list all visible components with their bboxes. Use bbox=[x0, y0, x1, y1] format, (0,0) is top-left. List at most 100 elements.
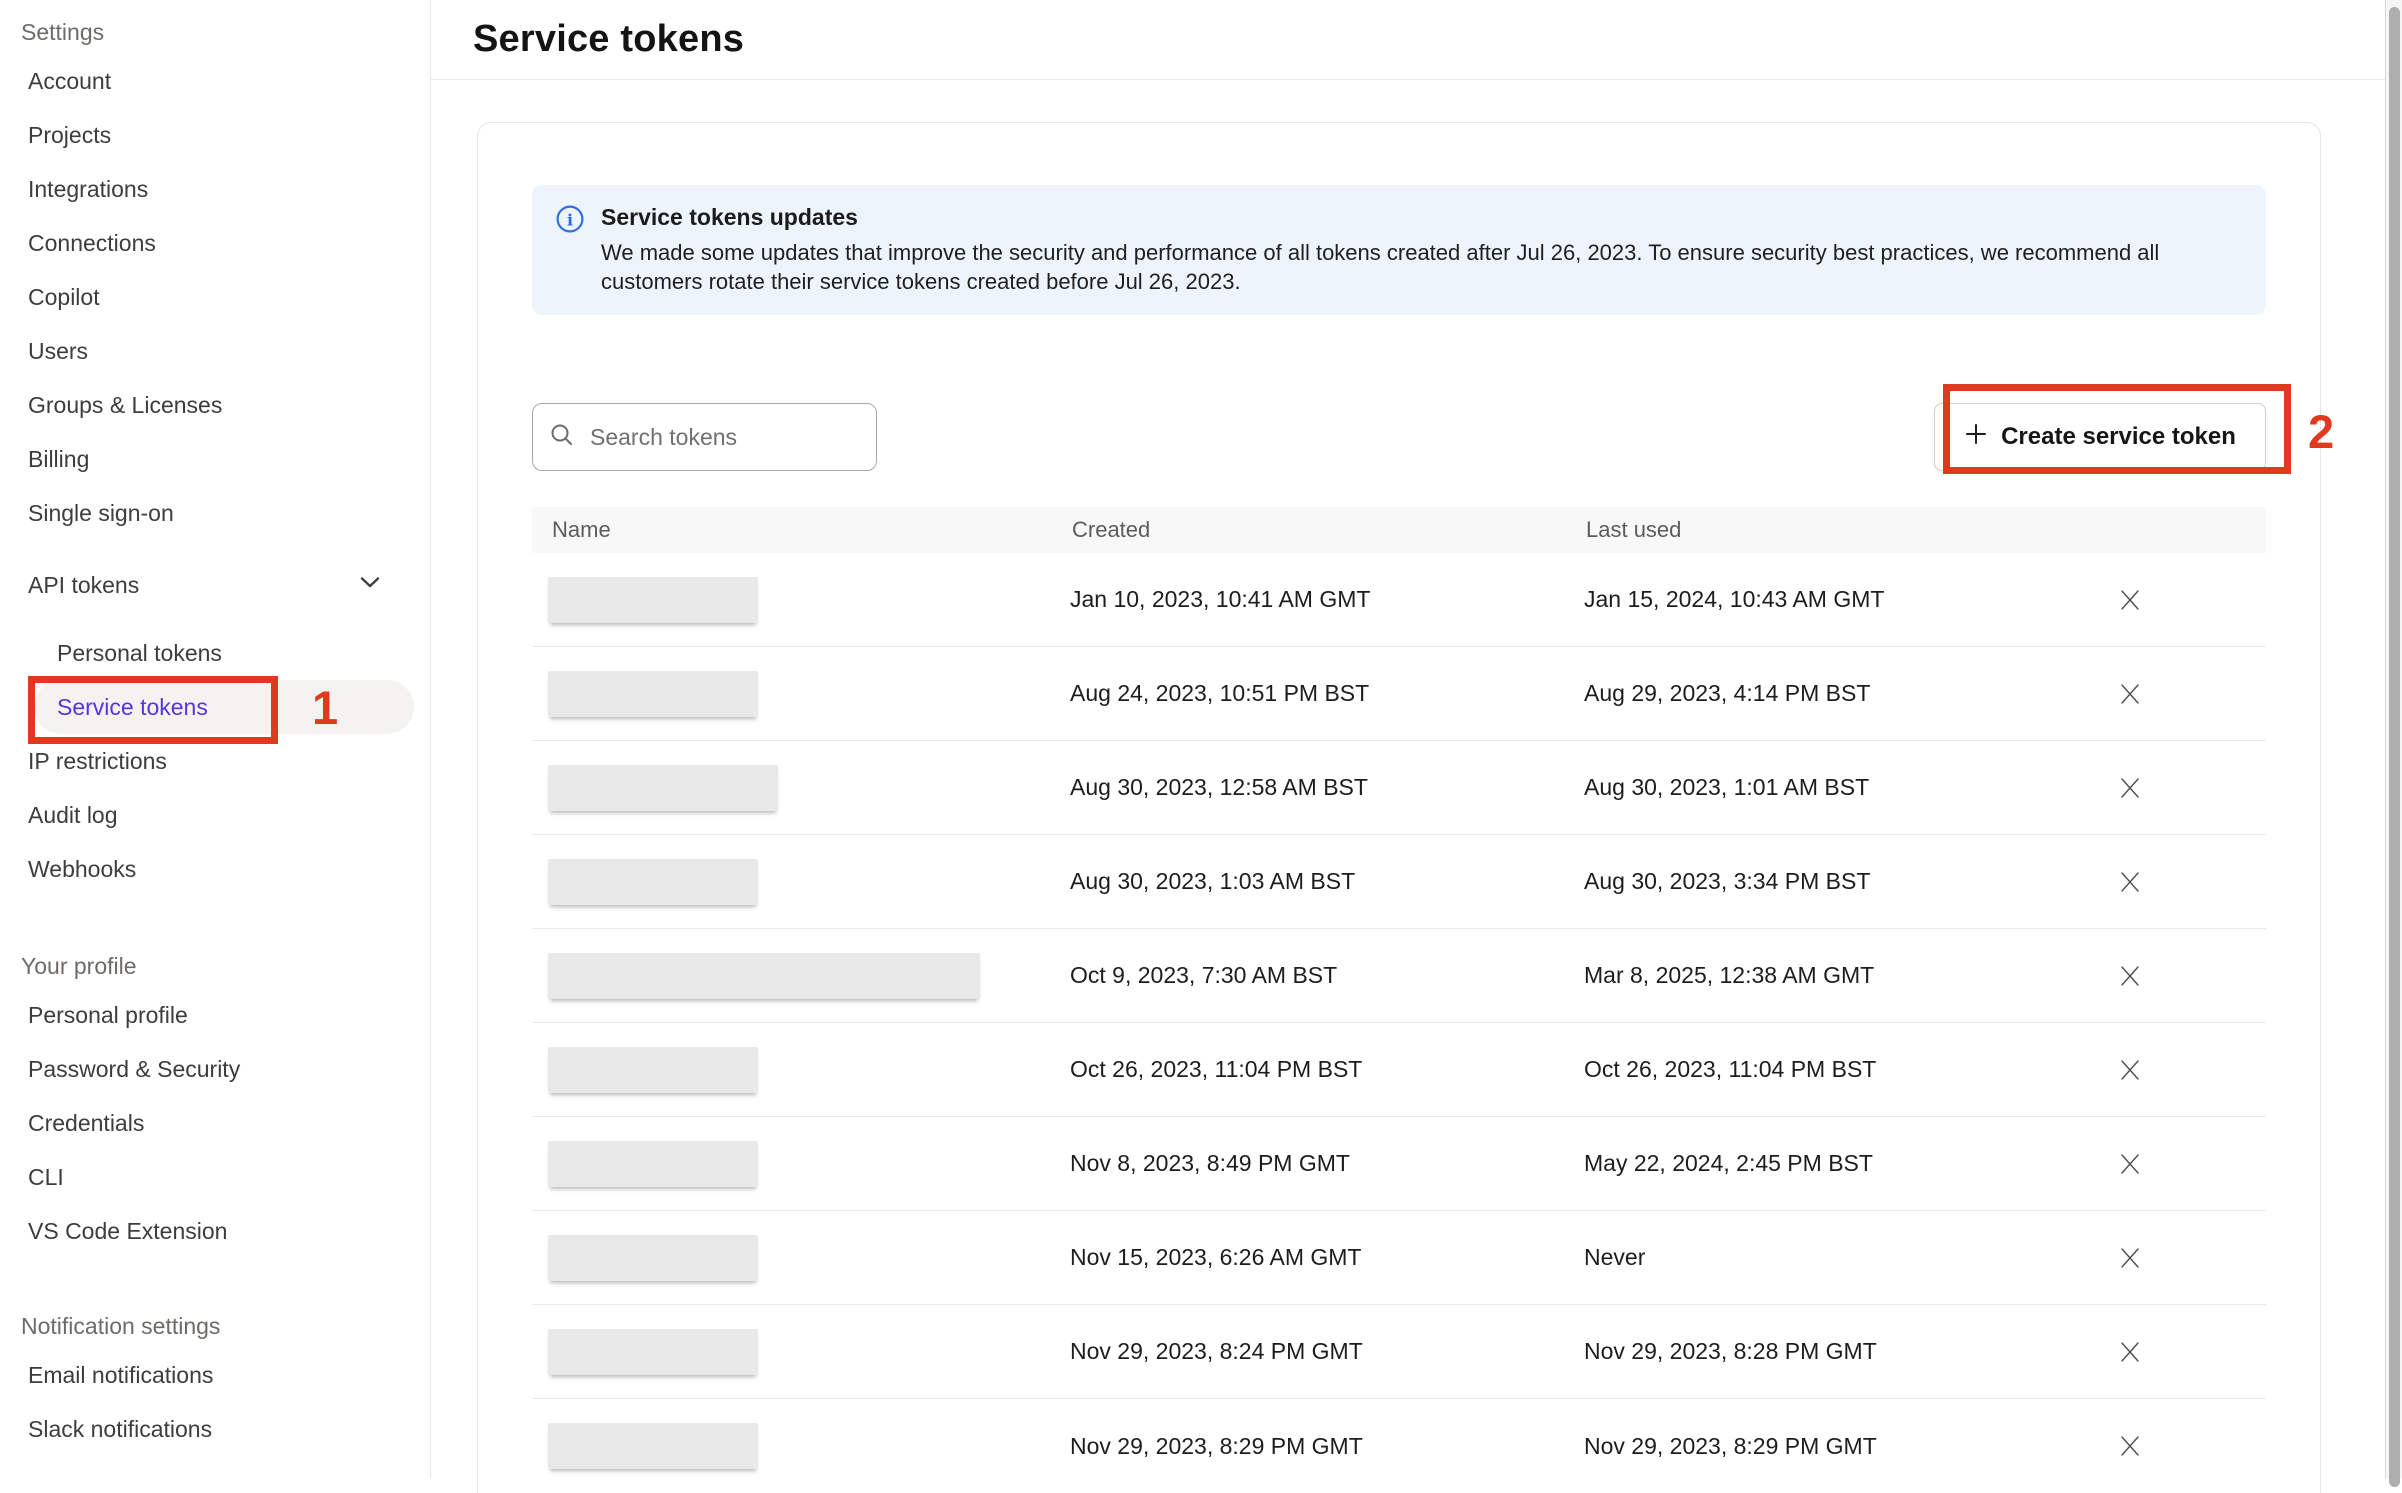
token-last-used: Aug 30, 2023, 3:34 PM BST bbox=[1584, 868, 1994, 895]
token-last-used: Nov 29, 2023, 8:29 PM GMT bbox=[1584, 1433, 1994, 1460]
scrollbar-thumb[interactable] bbox=[2389, 7, 2400, 1487]
token-last-used: Nov 29, 2023, 8:28 PM GMT bbox=[1584, 1338, 1994, 1365]
sidebar-item-integrations[interactable]: Integrations bbox=[0, 162, 430, 216]
token-toolbar: Create service token bbox=[532, 403, 2266, 471]
token-created: Oct 26, 2023, 11:04 PM BST bbox=[1070, 1056, 1584, 1083]
sidebar-item-credentials[interactable]: Credentials bbox=[0, 1096, 430, 1150]
delete-token-button[interactable] bbox=[2109, 1049, 2151, 1091]
info-banner: i Service tokens updates We made some up… bbox=[532, 185, 2266, 315]
plus-icon bbox=[1964, 422, 1988, 453]
delete-token-button[interactable] bbox=[2109, 955, 2151, 997]
section-label-settings: Settings bbox=[0, 10, 430, 54]
column-header-created: Created bbox=[1070, 517, 1584, 543]
table-row: Aug 30, 2023, 1:03 AM BST Aug 30, 2023, … bbox=[532, 835, 2266, 929]
search-box bbox=[532, 403, 877, 471]
sidebar-item-connections[interactable]: Connections bbox=[0, 216, 430, 270]
sidebar-item-cli[interactable]: CLI bbox=[0, 1150, 430, 1204]
redacted-token-name bbox=[548, 671, 758, 717]
redacted-token-name bbox=[548, 1235, 758, 1281]
main-content: Service tokens i Service tokens updates … bbox=[431, 0, 2385, 1478]
delete-token-button[interactable] bbox=[2109, 673, 2151, 715]
sidebar-item-email-notifications[interactable]: Email notifications bbox=[0, 1348, 430, 1402]
page-header: Service tokens bbox=[431, 0, 2385, 80]
sidebar-item-groups-licenses[interactable]: Groups & Licenses bbox=[0, 378, 430, 432]
sidebar-item-vs-code-extension[interactable]: VS Code Extension bbox=[0, 1204, 430, 1258]
column-header-last-used: Last used bbox=[1584, 517, 1994, 543]
token-created: Jan 10, 2023, 10:41 AM GMT bbox=[1070, 586, 1584, 613]
table-row: Oct 9, 2023, 7:30 AM BST Mar 8, 2025, 12… bbox=[532, 929, 2266, 1023]
table-row: Nov 15, 2023, 6:26 AM GMT Never bbox=[532, 1211, 2266, 1305]
table-row: Nov 29, 2023, 8:29 PM GMT Nov 29, 2023, … bbox=[532, 1399, 2266, 1493]
delete-token-button[interactable] bbox=[2109, 1237, 2151, 1279]
redacted-token-name bbox=[548, 1423, 758, 1469]
token-table-body: Jan 10, 2023, 10:41 AM GMT Jan 15, 2024,… bbox=[532, 553, 2266, 1493]
delete-token-button[interactable] bbox=[2109, 1143, 2151, 1185]
column-header-name: Name bbox=[532, 517, 1070, 543]
sidebar-item-webhooks[interactable]: Webhooks bbox=[0, 842, 430, 896]
redacted-token-name bbox=[548, 859, 758, 905]
sidebar-item-billing[interactable]: Billing bbox=[0, 432, 430, 486]
table-row: Jan 10, 2023, 10:41 AM GMT Jan 15, 2024,… bbox=[532, 553, 2266, 647]
token-created: Nov 15, 2023, 6:26 AM GMT bbox=[1070, 1244, 1584, 1271]
token-created: Aug 30, 2023, 12:58 AM BST bbox=[1070, 774, 1584, 801]
token-created: Nov 29, 2023, 8:24 PM GMT bbox=[1070, 1338, 1584, 1365]
create-service-token-button[interactable]: Create service token bbox=[1934, 403, 2266, 471]
delete-token-button[interactable] bbox=[2109, 1425, 2151, 1467]
token-created: Oct 9, 2023, 7:30 AM BST bbox=[1070, 962, 1584, 989]
sidebar-item-copilot[interactable]: Copilot bbox=[0, 270, 430, 324]
token-last-used: Aug 30, 2023, 1:01 AM BST bbox=[1584, 774, 1994, 801]
token-table-header: Name Created Last used bbox=[532, 507, 2266, 553]
redacted-token-name bbox=[548, 765, 778, 811]
token-last-used: May 22, 2024, 2:45 PM BST bbox=[1584, 1150, 1994, 1177]
redacted-token-name bbox=[548, 1047, 758, 1093]
sidebar-item-ip-restrictions[interactable]: IP restrictions bbox=[0, 734, 430, 788]
sidebar-item-personal-tokens[interactable]: Personal tokens bbox=[0, 626, 430, 680]
sidebar-item-audit-log[interactable]: Audit log bbox=[0, 788, 430, 842]
token-created: Aug 24, 2023, 10:51 PM BST bbox=[1070, 680, 1584, 707]
service-tokens-card: i Service tokens updates We made some up… bbox=[477, 122, 2321, 1493]
delete-token-button[interactable] bbox=[2109, 1331, 2151, 1373]
svg-text:i: i bbox=[567, 211, 573, 230]
search-icon bbox=[549, 422, 575, 453]
page-title: Service tokens bbox=[473, 18, 744, 61]
redacted-token-name bbox=[548, 1141, 758, 1187]
token-created: Nov 8, 2023, 8:49 PM GMT bbox=[1070, 1150, 1584, 1177]
table-row: Nov 8, 2023, 8:49 PM GMT May 22, 2024, 2… bbox=[532, 1117, 2266, 1211]
sidebar-item-password-security[interactable]: Password & Security bbox=[0, 1042, 430, 1096]
table-row: Aug 24, 2023, 10:51 PM BST Aug 29, 2023,… bbox=[532, 647, 2266, 741]
delete-token-button[interactable] bbox=[2109, 579, 2151, 621]
settings-sidebar: Settings Account Projects Integrations C… bbox=[0, 0, 431, 1478]
token-last-used: Jan 15, 2024, 10:43 AM GMT bbox=[1584, 586, 1994, 613]
chevron-down-icon bbox=[356, 568, 384, 602]
sidebar-item-api-tokens[interactable]: API tokens bbox=[0, 558, 430, 612]
sidebar-item-users[interactable]: Users bbox=[0, 324, 430, 378]
token-last-used: Never bbox=[1584, 1244, 1994, 1271]
banner-body: We made some updates that improve the se… bbox=[601, 238, 2242, 296]
token-last-used: Oct 26, 2023, 11:04 PM BST bbox=[1584, 1056, 1994, 1083]
sidebar-item-slack-notifications[interactable]: Slack notifications bbox=[0, 1402, 430, 1456]
token-created: Nov 29, 2023, 8:29 PM GMT bbox=[1070, 1433, 1584, 1460]
delete-token-button[interactable] bbox=[2109, 767, 2151, 809]
token-created: Aug 30, 2023, 1:03 AM BST bbox=[1070, 868, 1584, 895]
page-scrollbar bbox=[2385, 0, 2402, 1478]
sidebar-item-projects[interactable]: Projects bbox=[0, 108, 430, 162]
section-label-your-profile: Your profile bbox=[0, 944, 430, 988]
section-label-notification-settings: Notification settings bbox=[0, 1304, 430, 1348]
table-row: Nov 29, 2023, 8:24 PM GMT Nov 29, 2023, … bbox=[532, 1305, 2266, 1399]
search-input[interactable] bbox=[588, 423, 860, 452]
sidebar-item-single-sign-on[interactable]: Single sign-on bbox=[0, 486, 430, 540]
sidebar-item-service-tokens[interactable]: Service tokens bbox=[0, 680, 430, 734]
table-row: Oct 26, 2023, 11:04 PM BST Oct 26, 2023,… bbox=[532, 1023, 2266, 1117]
sidebar-item-account[interactable]: Account bbox=[0, 54, 430, 108]
info-icon: i bbox=[556, 204, 584, 296]
redacted-token-name bbox=[548, 953, 980, 999]
redacted-token-name bbox=[548, 1329, 758, 1375]
token-last-used: Aug 29, 2023, 4:14 PM BST bbox=[1584, 680, 1994, 707]
banner-title: Service tokens updates bbox=[601, 204, 2242, 231]
redacted-token-name bbox=[548, 577, 758, 623]
delete-token-button[interactable] bbox=[2109, 861, 2151, 903]
table-row: Aug 30, 2023, 12:58 AM BST Aug 30, 2023,… bbox=[532, 741, 2266, 835]
token-table: Name Created Last used Jan 10, 2023, 10:… bbox=[532, 507, 2266, 1493]
token-last-used: Mar 8, 2025, 12:38 AM GMT bbox=[1584, 962, 1994, 989]
sidebar-item-personal-profile[interactable]: Personal profile bbox=[0, 988, 430, 1042]
